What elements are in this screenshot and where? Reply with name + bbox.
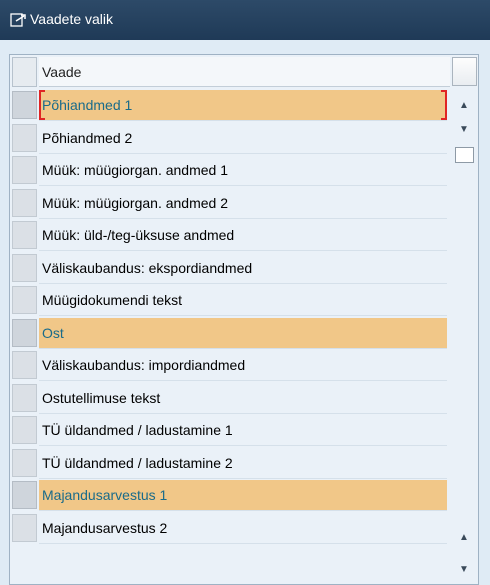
row-label[interactable]: Põhiandmed 2 [39, 123, 447, 154]
table-row[interactable]: Väliskaubandus: ekspordiandmed [10, 252, 450, 284]
table-row[interactable]: TÜ üldandmed / ladustamine 1 [10, 414, 450, 446]
row-label[interactable]: Väliskaubandus: ekspordiandmed [39, 253, 447, 284]
table-row[interactable]: Müük: müügiorgan. andmed 2 [10, 187, 450, 219]
row-label[interactable]: Müük: müügiorgan. andmed 2 [39, 188, 447, 219]
row-selector[interactable] [12, 123, 37, 152]
scroll-thumb[interactable] [455, 147, 474, 163]
row-selector[interactable] [12, 513, 37, 542]
dialog-body: Vaade Põhiandmed 1 Põhiandmed 2 Müük: müüg… [0, 40, 490, 585]
row-selector[interactable] [12, 221, 37, 249]
table-row[interactable]: Müük: üld-/teg-üksuse andmed [10, 219, 450, 251]
table-row[interactable]: Müügidokumendi tekst [10, 284, 450, 316]
scroll-down-icon[interactable]: ▼ [454, 119, 474, 141]
focus-marker-right [441, 90, 447, 120]
table-row[interactable]: Põhiandmed 1 [10, 89, 450, 121]
row-selector[interactable] [12, 318, 37, 347]
row-label[interactable]: Ost [39, 317, 447, 349]
row-label[interactable]: Ostutellimuse tekst [39, 383, 447, 414]
row-selector[interactable] [12, 253, 37, 282]
table-row[interactable]: TÜ üldandmed / ladustamine 2 [10, 447, 450, 479]
vertical-scrollbar[interactable]: ▲ ▼ [452, 89, 477, 185]
row-label[interactable]: TÜ üldandmed / ladustamine 2 [39, 448, 447, 479]
row-label[interactable]: Põhiandmed 1 [39, 90, 447, 121]
row-label[interactable]: Müük: müügiorgan. andmed 1 [39, 155, 447, 186]
table-row[interactable]: Ost [10, 317, 450, 349]
table-row[interactable]: Müük: müügiorgan. andmed 1 [10, 154, 450, 186]
title-bar: Vaadete valik [0, 0, 490, 40]
table-row[interactable]: Majandusarvestus 1 [10, 479, 450, 511]
select-dialog-icon [10, 13, 26, 27]
page-up-icon[interactable]: ▲ [454, 527, 474, 549]
row-selector[interactable] [12, 383, 37, 412]
row-selector[interactable] [12, 188, 37, 217]
row-label[interactable]: Väliskaubandus: impordiandmed [39, 350, 447, 381]
table-settings-button[interactable] [452, 57, 477, 86]
row-selector[interactable] [12, 481, 37, 509]
table-row[interactable]: Väliskaubandus: impordiandmed [10, 349, 450, 381]
row-label[interactable]: Müük: üld-/teg-üksuse andmed [39, 220, 447, 251]
row-selector[interactable] [12, 448, 37, 477]
row-label[interactable]: TÜ üldandmed / ladustamine 1 [39, 415, 447, 446]
row-selector[interactable] [12, 351, 37, 379]
scroll-up-icon[interactable]: ▲ [454, 95, 474, 117]
row-label[interactable]: Majandusarvestus 2 [39, 513, 447, 544]
row-selector[interactable] [12, 416, 37, 444]
row-label[interactable]: Majandusarvestus 1 [39, 480, 447, 511]
column-header-vaade[interactable]: Vaade [39, 57, 450, 87]
page-scrollbar[interactable]: ▲ ▼ [452, 525, 477, 585]
row-label[interactable]: Müügidokumendi tekst [39, 285, 447, 316]
row-selector[interactable] [12, 156, 37, 184]
window-title: Vaadete valik [30, 11, 114, 27]
table-row[interactable]: Põhiandmed 2 [10, 122, 450, 154]
focus-marker-left [39, 90, 45, 120]
table-row[interactable]: Majandusarvestus 2 [10, 512, 450, 544]
select-all-button[interactable] [12, 57, 37, 87]
row-selector[interactable] [12, 286, 37, 314]
row-selector[interactable] [12, 91, 37, 119]
page-down-icon[interactable]: ▼ [454, 559, 474, 581]
table-row[interactable]: Ostutellimuse tekst [10, 382, 450, 414]
views-table: Vaade Põhiandmed 1 Põhiandmed 2 Müük: müüg… [9, 54, 479, 585]
